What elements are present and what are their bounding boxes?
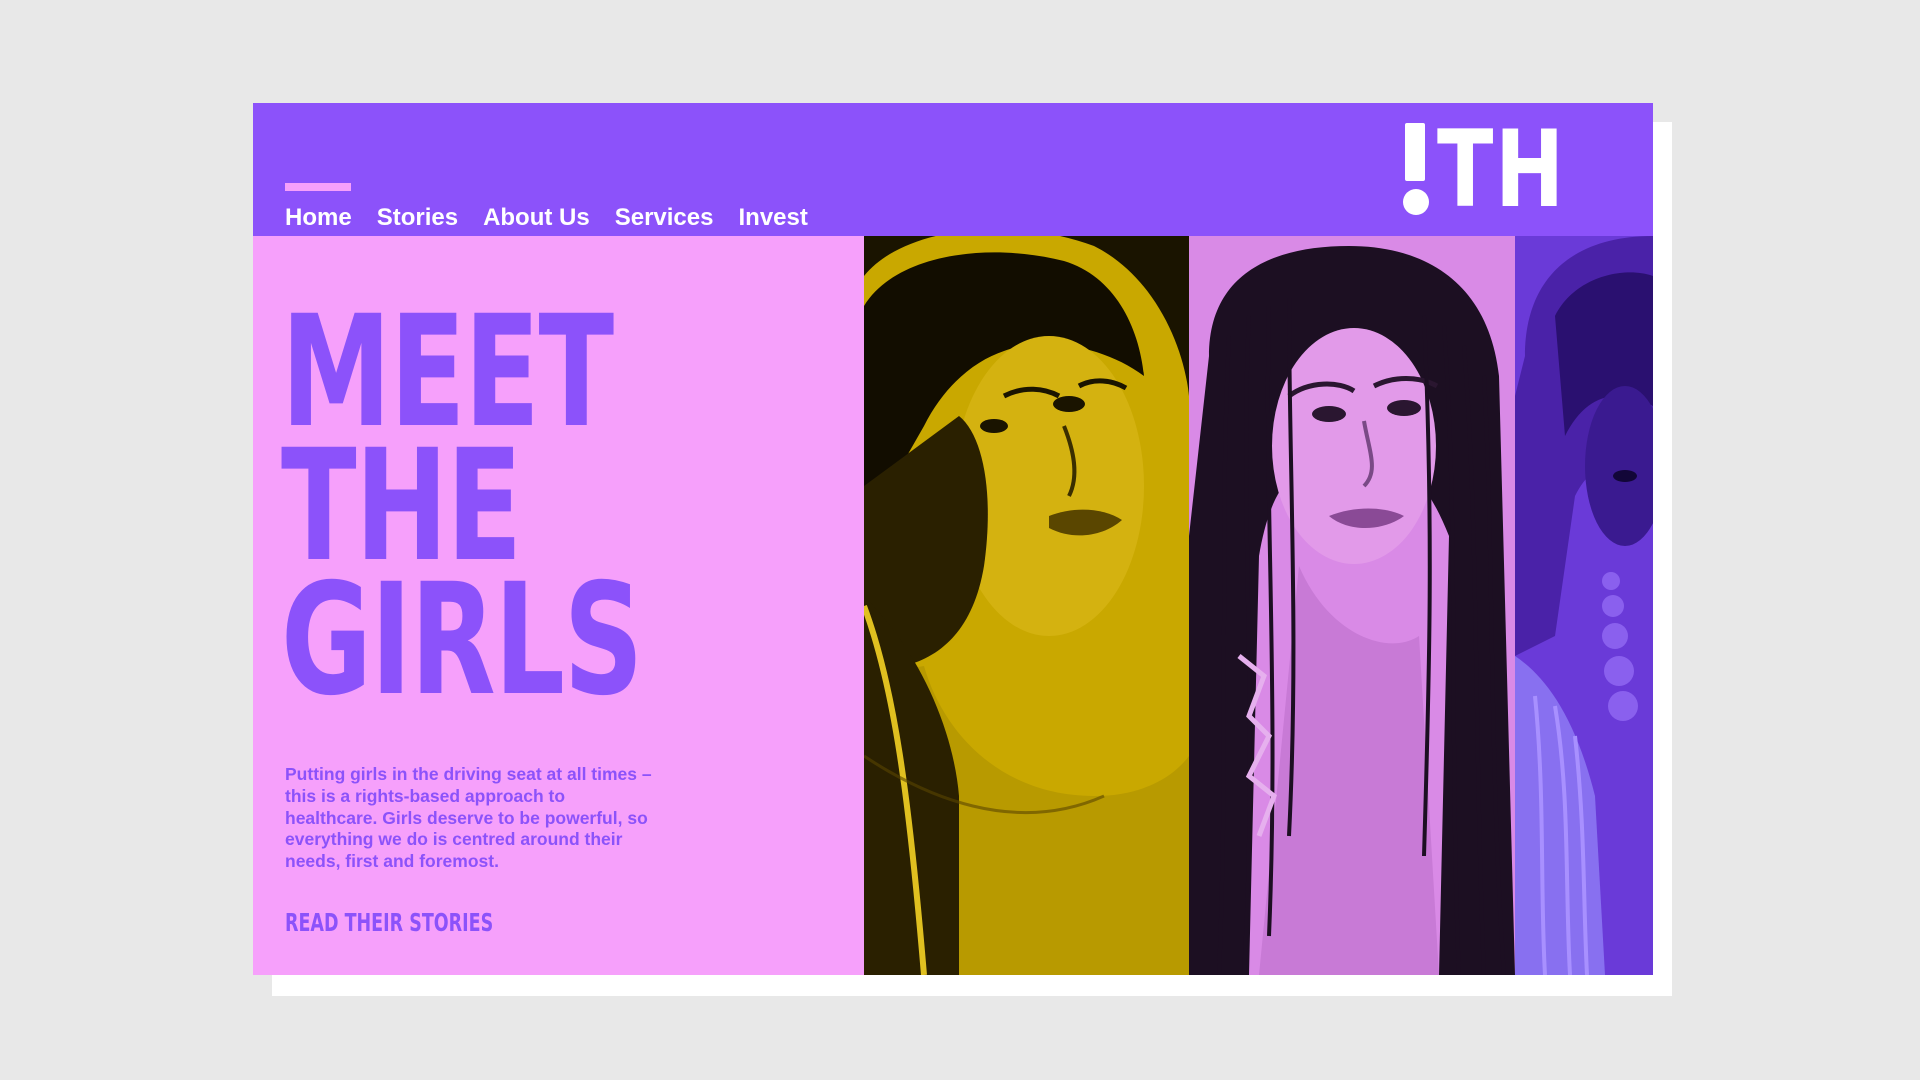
nav-item-about-us[interactable]: About Us bbox=[483, 183, 590, 235]
portrait-photo-1 bbox=[864, 236, 1189, 975]
main-nav: Home Stories About Us Services Invest bbox=[285, 183, 808, 235]
nav-item-label: About Us bbox=[483, 204, 590, 231]
nav-item-label: Home bbox=[285, 204, 352, 231]
portrait-1-illustration bbox=[864, 236, 1189, 975]
nav-item-services[interactable]: Services bbox=[615, 183, 714, 235]
nav-item-invest[interactable]: Invest bbox=[738, 183, 807, 235]
nav-item-stories[interactable]: Stories bbox=[377, 183, 458, 235]
hero-text-panel: MEET THE GIRLS Putting girls in the driv… bbox=[253, 236, 864, 975]
site-header: Home Stories About Us Services Invest TH bbox=[253, 103, 1653, 236]
hero-headline: MEET THE GIRLS bbox=[281, 296, 643, 730]
nav-item-home[interactable]: Home bbox=[285, 183, 352, 235]
active-indicator bbox=[285, 183, 351, 191]
exclamation-mark-icon bbox=[1403, 123, 1429, 217]
nav-item-label: Services bbox=[614, 204, 714, 231]
portrait-photo-3 bbox=[1515, 236, 1653, 975]
headline-line: GIRLS bbox=[281, 551, 643, 730]
hero-body-text: Putting girls in the driving seat at all… bbox=[285, 764, 652, 872]
read-their-stories-link[interactable]: READ THEIR STORIES bbox=[285, 908, 493, 938]
portrait-2-illustration bbox=[1189, 236, 1515, 975]
website-frame: Home Stories About Us Services Invest TH… bbox=[253, 103, 1653, 975]
site-logo[interactable]: TH bbox=[1403, 108, 1627, 231]
nav-item-label: Stories bbox=[376, 204, 459, 231]
portrait-3-illustration bbox=[1515, 236, 1653, 975]
nav-item-label: Invest bbox=[738, 204, 808, 231]
logo-text: TH bbox=[1437, 108, 1566, 231]
portrait-photo-2 bbox=[1189, 236, 1515, 975]
